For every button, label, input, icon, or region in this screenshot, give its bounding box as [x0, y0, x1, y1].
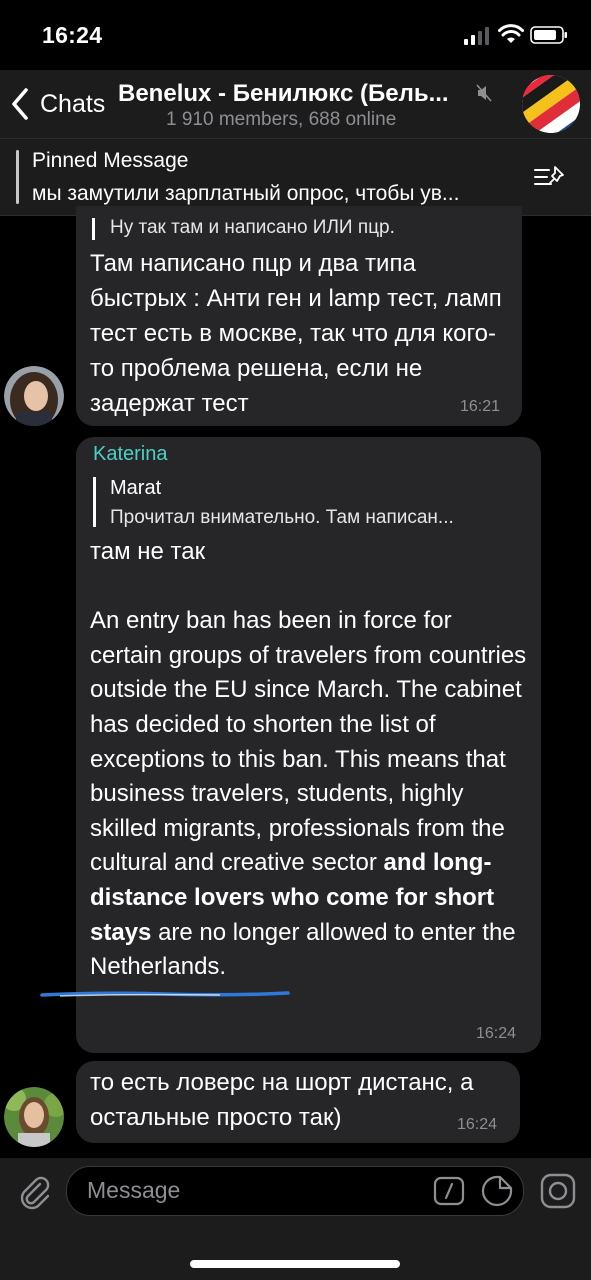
back-label: Chats: [40, 89, 106, 118]
sticker-icon[interactable]: [480, 1174, 514, 1208]
status-time: 16:24: [42, 22, 103, 48]
reply-quote-text: Ну так там и написано ИЛИ пцр.: [110, 217, 395, 238]
status-bar: 16:24: [0, 0, 591, 70]
chat-screen: 16:24 Chats Benelux - Бенилюкс (Бель...: [0, 0, 591, 1280]
message-input-bar: Message: [0, 1158, 591, 1280]
muted-speaker-icon: [476, 84, 492, 102]
message-bubble[interactable]: Ну так там и написано ИЛИ пцр. Там напис…: [76, 206, 522, 426]
reply-quote-author: Marat: [110, 477, 162, 499]
message-intro: там не так: [90, 538, 206, 565]
pinned-title: Pinned Message: [32, 149, 189, 172]
pinned-list-icon[interactable]: [533, 164, 567, 192]
message-text: там не так An entry ban has been in forc…: [90, 535, 530, 985]
user-avatar[interactable]: [4, 366, 64, 426]
pinned-indicator: [16, 150, 19, 204]
reply-quote-bar: [93, 477, 96, 527]
back-button[interactable]: Chats: [10, 84, 105, 124]
message-time: 16:24: [476, 1025, 517, 1042]
underline-scribble: [40, 991, 290, 997]
message-input[interactable]: Message: [66, 1166, 524, 1216]
chevron-left-icon: [12, 88, 28, 120]
sender-name[interactable]: Katerina: [93, 443, 168, 466]
chat-header: Chats Benelux - Бенилюкс (Бель... 1 910 …: [0, 70, 591, 138]
group-avatar[interactable]: [522, 75, 580, 133]
pinned-text: мы замутили зарплатный опрос, чтобы ув..…: [32, 182, 460, 205]
cellular-signal-icon: [464, 27, 489, 45]
camera-message-icon[interactable]: [540, 1173, 576, 1209]
bot-command-icon[interactable]: [433, 1176, 465, 1206]
chat-title[interactable]: Benelux - Бенилюкс (Бель...: [118, 80, 478, 108]
message-time: 16:21: [460, 398, 501, 415]
message-placeholder: Message: [87, 1177, 181, 1203]
attach-icon[interactable]: [16, 1174, 52, 1210]
chat-subtitle: 1 910 members, 688 online: [166, 109, 397, 130]
pinned-message-bar[interactable]: Pinned Message мы замутили зарплатный оп…: [0, 138, 591, 216]
message-bubble[interactable]: то есть ловерс на шорт дистанс, а осталь…: [76, 1061, 520, 1143]
message-time: 16:24: [457, 1116, 498, 1133]
reply-quote-text: Прочитал внимательно. Там написан...: [110, 507, 454, 528]
message-end: are no longer allowed to enter the Nethe…: [90, 918, 516, 981]
message-main: An entry ban has been in force for certa…: [90, 607, 527, 877]
battery-icon: [530, 26, 567, 44]
wifi-icon: [498, 24, 524, 43]
message-text: то есть ловерс на шорт дистанс, а осталь…: [90, 1069, 474, 1131]
home-indicator: [190, 1260, 400, 1268]
message-text: Там написано пцр и два типа быстрых : Ан…: [90, 250, 502, 417]
user-avatar[interactable]: [4, 1087, 64, 1147]
message-bubble[interactable]: Katerina Marat Прочитал внимательно. Там…: [76, 437, 541, 1053]
reply-quote-bar: [92, 218, 95, 240]
